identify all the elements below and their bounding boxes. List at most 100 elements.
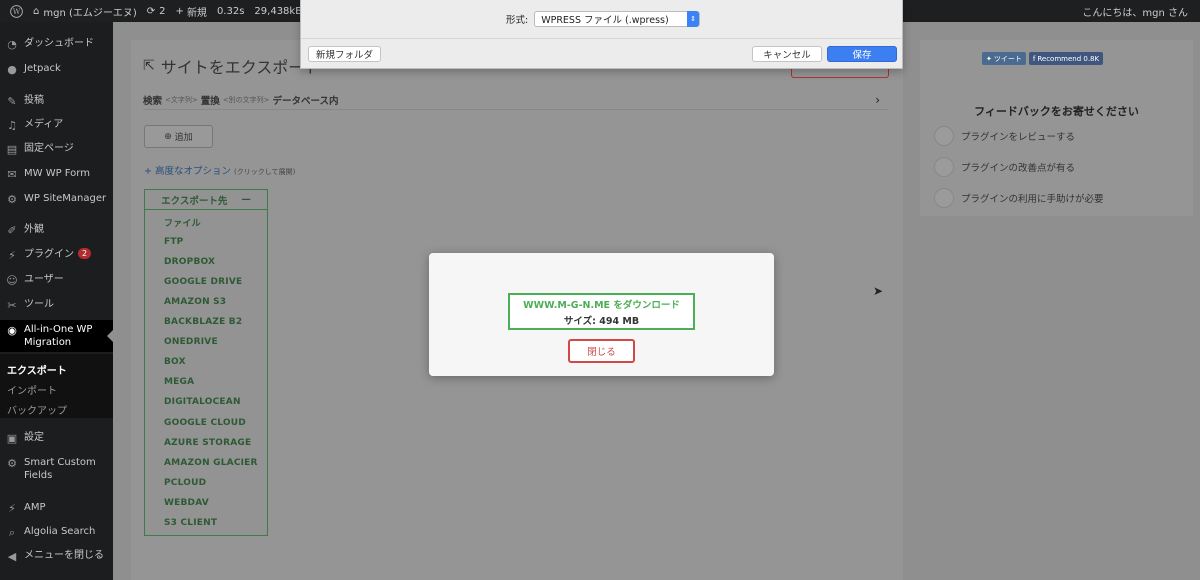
export-target-s3-client[interactable]: S3 CLIENT: [164, 518, 217, 528]
page-icon: ▤: [6, 142, 18, 156]
feedback-title: フィードバックをお寄せください: [974, 105, 1139, 118]
gear-icon: ⚙: [7, 192, 17, 206]
twitter-icon: ✦: [986, 54, 992, 63]
svg-text:W: W: [13, 7, 21, 16]
amp-icon: ⚡: [8, 501, 16, 515]
add-button[interactable]: ⊕ 追加: [144, 125, 213, 148]
export-target-box[interactable]: BOX: [164, 357, 186, 367]
export-target-google-cloud[interactable]: GOOGLE CLOUD: [164, 418, 246, 428]
account-greeting[interactable]: こんにちは、mgn さん: [1082, 4, 1188, 19]
save-button[interactable]: 保存: [827, 46, 897, 62]
search-icon: ⌕: [8, 525, 16, 539]
submenu-export[interactable]: エクスポート: [7, 362, 67, 377]
settings-icon: ▣: [6, 431, 18, 445]
close-button[interactable]: 閉じる: [568, 339, 635, 363]
select-arrows-icon: ⇕: [687, 11, 700, 27]
gear-icon: ⚙: [7, 456, 17, 470]
menu-users[interactable]: ☺ ユーザー: [0, 273, 113, 287]
plugin-update-badge: 2: [78, 248, 92, 259]
cancel-button[interactable]: キャンセル: [752, 46, 822, 62]
query-time: 0.32s: [216, 5, 245, 17]
memory-usage: 29,438kB: [254, 5, 303, 17]
updates-link[interactable]: ⟳ 2: [147, 6, 166, 17]
wrench-icon: ✂: [7, 298, 17, 312]
media-icon: ♫: [7, 118, 17, 132]
wordpress-logo-icon[interactable]: W: [10, 4, 23, 18]
export-target-amazon-glacier[interactable]: AMAZON GLACIER: [164, 458, 258, 468]
user-icon: ☺: [6, 273, 18, 287]
export-target-backblaze-b2[interactable]: BACKBLAZE B2: [164, 317, 242, 327]
radio-button[interactable]: [934, 188, 954, 208]
menu-dashboard[interactable]: ◔ ダッシュボード: [0, 37, 113, 51]
export-target-azure-storage[interactable]: AZURE STORAGE: [164, 438, 251, 448]
format-select[interactable]: WPRESS ファイル (.wpress) ⇕: [534, 11, 701, 27]
menu-collapse[interactable]: ◀ メニューを閉じる: [0, 549, 113, 563]
migration-icon: ◉: [7, 323, 17, 337]
radio-button[interactable]: [934, 126, 954, 146]
menu-smart-custom-fields[interactable]: ⚙ Smart Custom Fields: [0, 456, 113, 482]
menu-algolia-search[interactable]: ⌕ Algolia Search: [0, 525, 113, 539]
export-target-mega[interactable]: MEGA: [164, 377, 194, 387]
feedback-option-review[interactable]: プラグインをレビューする: [934, 126, 1075, 146]
export-target-dropbox[interactable]: DROPBOX: [164, 257, 215, 267]
chevron-right-icon[interactable]: ›: [875, 93, 880, 107]
admin-sidebar: ◔ ダッシュボード ● Jetpack ✎ 投稿 ♫ メディア ▤ 固定ページ ✉ MW W…: [0, 22, 113, 580]
menu-amp[interactable]: ⚡ AMP: [0, 501, 113, 515]
export-target-webdav[interactable]: WEBDAV: [164, 498, 209, 508]
feedback-option-improvement[interactable]: プラグインの改善点が有る: [934, 157, 1075, 177]
facebook-icon: f: [1032, 54, 1036, 63]
export-to-header[interactable]: エクスポート先 —: [145, 190, 267, 210]
collapse-icon: ◀: [7, 549, 17, 563]
plus-circle-icon: ⊕: [164, 131, 172, 142]
migration-submenu: エクスポート インポート バックアップ: [0, 354, 113, 418]
plus-icon: +: [175, 5, 184, 17]
menu-wp-sitemanager[interactable]: ⚙ WP SiteManager: [0, 192, 113, 206]
page-title: ⇱ サイトをエクスポート: [143, 58, 321, 77]
menu-jetpack[interactable]: ● Jetpack: [0, 62, 113, 76]
home-icon: ⌂: [33, 5, 40, 17]
export-target-digitalocean[interactable]: DIGITALOCEAN: [164, 397, 241, 407]
feedback-panel: ✦ ツイート f Recommend 0.8K フィードバックをお寄せください プラ…: [920, 40, 1193, 216]
refresh-icon: ⟳: [146, 5, 156, 17]
form-icon: ✉: [7, 167, 17, 181]
menu-all-in-one-wp-migration[interactable]: ◉ All-in-One WP Migration: [0, 320, 113, 352]
mouse-cursor-icon: ➤: [873, 284, 884, 298]
menu-posts[interactable]: ✎ 投稿: [0, 94, 113, 108]
export-target-pcloud[interactable]: PCLOUD: [164, 478, 206, 488]
minus-icon: —: [241, 194, 251, 205]
submenu-backup[interactable]: バックアップ: [7, 402, 67, 417]
new-content-link[interactable]: + 新規: [176, 4, 207, 19]
share-buttons: ✦ ツイート f Recommend 0.8K: [982, 52, 1104, 65]
dialog-divider: [301, 38, 902, 39]
download-modal: WWW.M-G-N.ME をダウンロード サイズ: 494 MB 閉じる: [429, 253, 774, 376]
search-replace-bar[interactable]: 検索 <文字列> 置換 <別の文字列> データベース内 ›: [143, 90, 888, 110]
menu-tools[interactable]: ✂ ツール: [0, 298, 113, 312]
menu-mw-wp-form[interactable]: ✉ MW WP Form: [0, 167, 113, 181]
export-target-amazon-s3[interactable]: AMAZON S3: [164, 297, 226, 307]
save-file-dialog: 形式: WPRESS ファイル (.wpress) ⇕ 新規フォルダ キャンセル…: [300, 0, 903, 69]
site-name-link[interactable]: ⌂ mgn (エムジーエヌ): [33, 4, 137, 19]
menu-pages[interactable]: ▤ 固定ページ: [0, 142, 113, 156]
jetpack-icon: ●: [7, 62, 17, 76]
export-to-dropdown: エクスポート先 — ファイル FTP DROPBOX GOOGLE DRIVE …: [144, 189, 268, 536]
export-target-onedrive[interactable]: ONEDRIVE: [164, 337, 218, 347]
submenu-import[interactable]: インポート: [7, 382, 57, 397]
plus-icon: +: [144, 166, 152, 177]
feedback-option-help[interactable]: プラグインの利用に手助けが必要: [934, 188, 1104, 208]
export-icon: ⇱: [143, 58, 155, 74]
menu-settings[interactable]: ▣ 設定: [0, 431, 113, 445]
download-button[interactable]: WWW.M-G-N.ME をダウンロード サイズ: 494 MB: [508, 293, 695, 330]
menu-media[interactable]: ♫ メディア: [0, 118, 113, 132]
format-row: 形式: WPRESS ファイル (.wpress) ⇕: [506, 11, 701, 27]
export-target-file[interactable]: ファイル: [164, 216, 201, 229]
facebook-recommend-button[interactable]: f Recommend 0.8K: [1028, 52, 1104, 65]
new-folder-button[interactable]: 新規フォルダ: [308, 46, 381, 62]
dashboard-icon: ◔: [7, 37, 17, 51]
export-target-ftp[interactable]: FTP: [164, 237, 183, 247]
radio-button[interactable]: [934, 157, 954, 177]
tweet-button[interactable]: ✦ ツイート: [982, 52, 1026, 65]
export-target-google-drive[interactable]: GOOGLE DRIVE: [164, 277, 242, 287]
advanced-options-toggle[interactable]: + 高度なオプション (クリックして展開): [144, 163, 295, 177]
menu-appearance[interactable]: ✐ 外観: [0, 223, 113, 237]
menu-plugins[interactable]: ⚡ プラグイン 2: [0, 248, 113, 262]
